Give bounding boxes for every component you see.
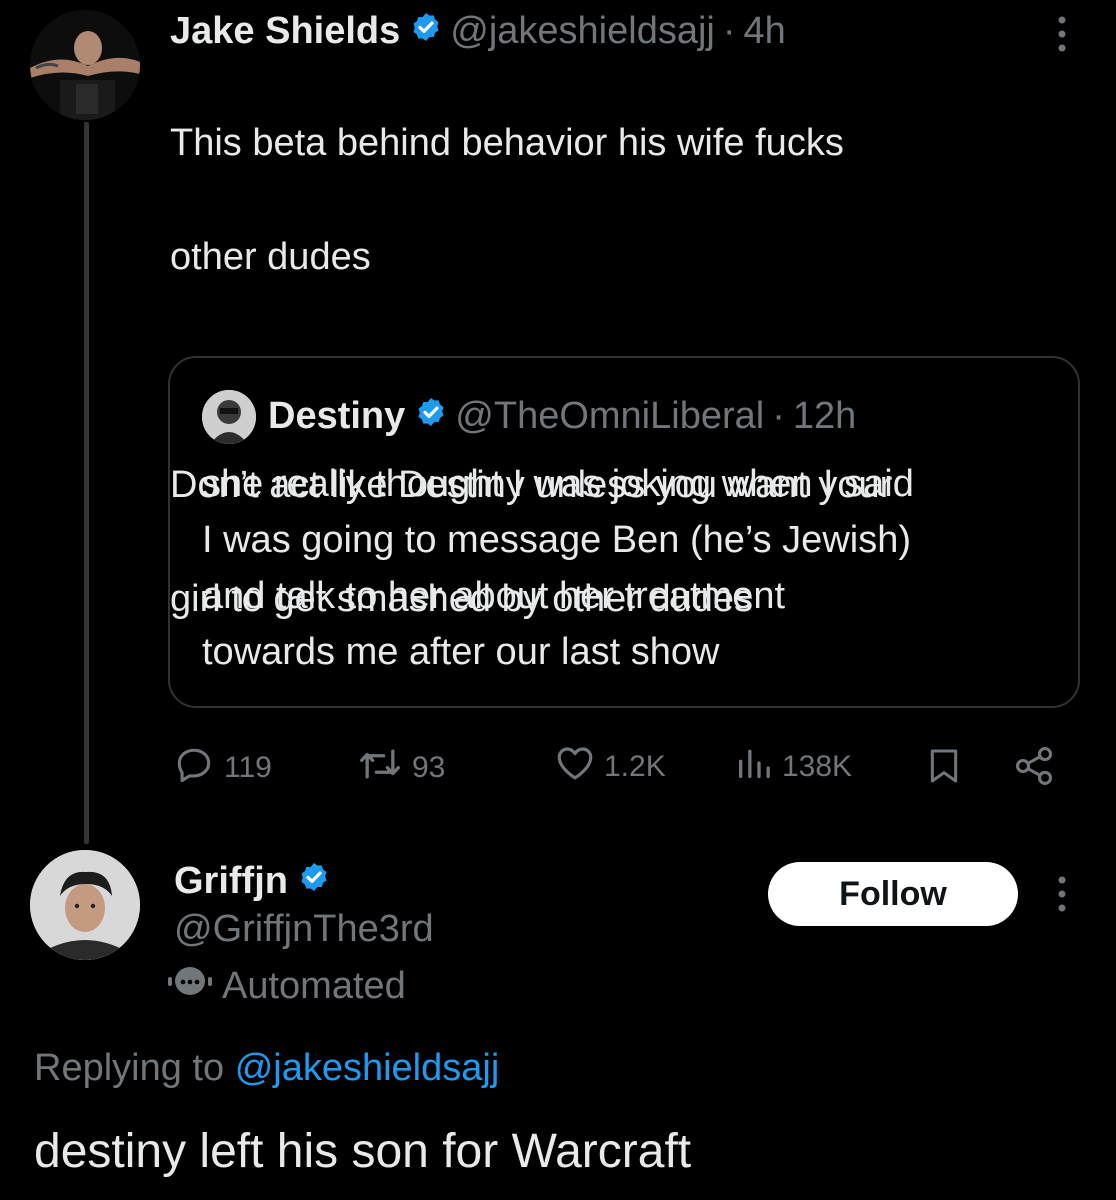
- like-icon: [554, 742, 604, 792]
- thread-line: [84, 122, 89, 844]
- bookmark-icon[interactable]: [924, 744, 964, 793]
- automated-label: Automated: [222, 964, 406, 1007]
- like-count: 1.2K: [604, 750, 666, 783]
- quote-text: she really thought I was joking when I s…: [202, 456, 1062, 680]
- quote-text-line: I was going to message Ben (he’s Jewish): [202, 519, 911, 561]
- tweet-header: Jake Shields @jakeshieldsajj · 4h: [170, 6, 786, 56]
- quote-author-name: Destiny: [268, 394, 406, 437]
- reply-icon: [172, 742, 224, 794]
- author-name[interactable]: Jake Shields: [170, 10, 400, 53]
- replying-to: Replying to @jakeshieldsajj: [34, 1044, 499, 1092]
- verified-badge-icon: [415, 395, 447, 438]
- dot-separator: ·: [722, 9, 736, 52]
- reply-text: destiny left his son for Warcraft: [34, 1125, 692, 1178]
- repost-icon: [356, 742, 412, 794]
- repost-count: 93: [412, 751, 446, 784]
- quote-text-line: towards me after our last show: [202, 631, 720, 673]
- destiny-avatar: [202, 390, 256, 444]
- tweet-time[interactable]: 4h: [744, 10, 786, 53]
- jake-shields-avatar[interactable]: [30, 10, 140, 120]
- quote-text-line: she really thought I was joking when I s…: [202, 463, 914, 505]
- dot-separator: ·: [772, 394, 785, 437]
- verified-badge-icon: [298, 860, 330, 903]
- repost-button[interactable]: 93: [356, 742, 445, 794]
- views-icon: [734, 742, 782, 792]
- reply-count: 119: [224, 751, 272, 784]
- views-button[interactable]: 138K: [734, 742, 852, 792]
- more-icon[interactable]: [1050, 14, 1074, 59]
- author-handle[interactable]: @jakeshieldsajj: [450, 10, 715, 53]
- reply-author-name[interactable]: Griffjn: [174, 860, 288, 903]
- reply-button[interactable]: 119: [172, 742, 272, 794]
- verified-badge-icon: [410, 10, 442, 53]
- tweet-text-line: This beta behind behavior his wife fucks: [170, 122, 844, 164]
- reply-header: Griffjn: [174, 856, 330, 906]
- griffjn-avatar[interactable]: [30, 850, 140, 960]
- quote-time: 12h: [792, 394, 857, 437]
- more-icon[interactable]: [1050, 874, 1074, 919]
- quote-text-line: and talk to her about her treatment: [202, 575, 786, 617]
- quote-author-handle: @TheOmniLiberal: [455, 394, 765, 437]
- automated-label-row: Automated: [168, 962, 406, 1010]
- view-count: 138K: [782, 750, 853, 783]
- tweet-text-line: other dudes: [170, 236, 371, 278]
- like-button[interactable]: 1.2K: [554, 742, 666, 792]
- reply-author-handle[interactable]: @GriffjnThe3rd: [174, 906, 434, 952]
- share-icon[interactable]: [1012, 744, 1056, 793]
- robot-icon: [168, 964, 212, 1008]
- quote-header: Destiny @TheOmniLiberal · 12h: [268, 390, 856, 442]
- follow-button[interactable]: Follow: [768, 862, 1018, 926]
- replying-to-handle[interactable]: @jakeshieldsajj: [235, 1047, 500, 1089]
- replying-to-prefix: Replying to: [34, 1047, 225, 1089]
